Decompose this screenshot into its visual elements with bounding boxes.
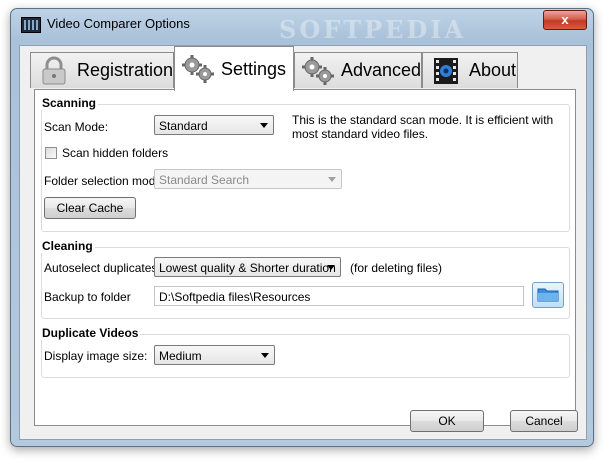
backup-label: Backup to folder (44, 290, 131, 304)
chevron-down-icon (261, 353, 269, 358)
duplicate-videos-group: Duplicate Videos Display image size: Med… (40, 326, 570, 378)
watermark: SOFTPEDIA (279, 15, 467, 44)
options-window: Video Comparer Options SOFTPEDIA x Regis… (10, 8, 594, 447)
title-bar[interactable]: Video Comparer Options SOFTPEDIA x (11, 9, 593, 44)
tab-advanced[interactable]: Advanced (294, 52, 422, 88)
autoselect-value: Lowest quality & Shorter duration (159, 261, 336, 275)
tab-label-advanced: Advanced (341, 60, 422, 80)
scan-hidden-label[interactable]: Scan hidden folders (62, 146, 168, 160)
browse-folder-button[interactable] (532, 282, 564, 308)
film-app-icon (21, 17, 41, 33)
scanning-group: Scanning Scan Mode: Standard This is the… (40, 96, 570, 232)
duplicate-videos-title: Duplicate Videos (40, 326, 141, 340)
chevron-down-icon (328, 177, 336, 182)
gears-icon (301, 56, 335, 86)
clear-cache-button[interactable]: Clear Cache (44, 197, 136, 219)
tab-label-registration: Registration (76, 60, 173, 80)
display-size-label: Display image size: (44, 349, 148, 363)
cleaning-title: Cleaning (40, 239, 95, 253)
display-size-value: Medium (159, 349, 202, 363)
folder-mode-label: Folder selection mode: (44, 174, 166, 188)
settings-panel: Scanning Scan Mode: Standard This is the… (34, 89, 576, 426)
tab-registration[interactable]: Registration (30, 52, 174, 88)
scan-mode-description: This is the standard scan mode. It is ef… (292, 113, 554, 141)
autoselect-note: (for deleting files) (350, 261, 443, 275)
tab-label-settings: Settings (221, 58, 287, 79)
folder-mode-select[interactable]: Standard Search (154, 169, 342, 189)
film-icon (429, 56, 463, 86)
close-button[interactable]: x (543, 10, 587, 30)
close-icon: x (561, 12, 569, 27)
cleaning-group: Cleaning Autoselect duplicates: Lowest q… (40, 239, 570, 319)
display-size-select[interactable]: Medium (154, 345, 275, 365)
autoselect-select[interactable]: Lowest quality & Shorter duration (154, 257, 341, 277)
tab-label-about: About (469, 60, 517, 80)
lock-icon (37, 56, 71, 86)
scan-mode-value: Standard (159, 119, 208, 133)
scan-hidden-checkbox[interactable] (45, 147, 57, 159)
tab-about[interactable]: About (422, 52, 518, 88)
scan-mode-select[interactable]: Standard (154, 115, 274, 135)
chevron-down-icon (327, 265, 335, 270)
tab-strip: Registration Settings Advanced About (30, 46, 590, 91)
tab-settings[interactable]: Settings (174, 46, 294, 91)
folder-mode-value: Standard Search (159, 173, 250, 187)
gears-icon (181, 54, 215, 84)
backup-folder-field[interactable]: D:\Softpedia files\Resources (154, 286, 524, 306)
chevron-down-icon (260, 123, 268, 128)
autoselect-label: Autoselect duplicates: (44, 261, 161, 275)
window-title: Video Comparer Options (47, 16, 190, 31)
ok-button[interactable]: OK (410, 410, 484, 432)
folder-icon (537, 286, 559, 305)
client-area: Registration Settings Advanced About Sca… (19, 45, 587, 440)
cancel-button[interactable]: Cancel (510, 410, 578, 432)
scanning-title: Scanning (40, 96, 99, 110)
scan-mode-label: Scan Mode: (44, 120, 109, 134)
